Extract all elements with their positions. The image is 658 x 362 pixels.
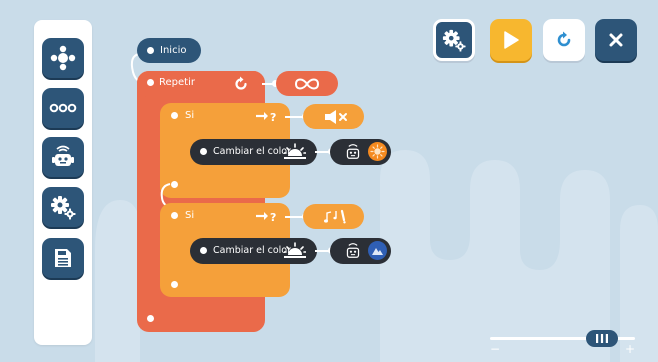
robot-face-icon bbox=[346, 243, 360, 258]
save-disk-icon bbox=[55, 249, 71, 267]
loop-arrow-icon bbox=[235, 76, 247, 90]
if-2-sensor-pill[interactable] bbox=[303, 204, 364, 229]
mountain-glyph-icon bbox=[372, 248, 383, 255]
reset-button[interactable] bbox=[543, 19, 585, 61]
robot-icon bbox=[52, 145, 74, 166]
close-button[interactable] bbox=[595, 19, 637, 61]
if-1-dot bbox=[171, 112, 178, 119]
repeat-end-dot bbox=[147, 315, 154, 322]
action-2-label: Cambiar el color bbox=[213, 245, 292, 256]
action-2-dot bbox=[200, 247, 207, 254]
start-label: Inicio bbox=[160, 45, 187, 56]
play-icon bbox=[504, 31, 519, 49]
sidebar-button-movement[interactable] bbox=[42, 38, 84, 78]
workspace[interactable]: Inicio Repetir Si ? Cambiar el color Si … bbox=[0, 0, 658, 362]
change-color-block-2[interactable]: Cambiar el color bbox=[190, 238, 317, 264]
repeat-dot bbox=[147, 79, 154, 86]
arrow-question-icon: ? bbox=[256, 111, 276, 123]
infinity-icon bbox=[294, 78, 320, 90]
zoom-out-label[interactable]: − bbox=[490, 343, 500, 355]
play-button[interactable] bbox=[490, 19, 532, 61]
if-2-label: Si bbox=[185, 210, 195, 221]
if-1-label: Si bbox=[185, 110, 195, 121]
change-color-block-1[interactable]: Cambiar el color bbox=[190, 139, 317, 165]
dpad-icon bbox=[50, 45, 76, 71]
settings-button[interactable] bbox=[433, 19, 475, 61]
if-2-end-dot bbox=[171, 281, 178, 288]
sidebar-button-robot[interactable] bbox=[42, 137, 84, 177]
repeat-param-pill[interactable] bbox=[276, 71, 338, 96]
color-param-pill-1[interactable] bbox=[330, 139, 391, 165]
sidebar bbox=[34, 20, 92, 345]
start-dot bbox=[147, 47, 154, 54]
robot-face-icon bbox=[346, 144, 360, 159]
if-2-dot bbox=[171, 212, 178, 219]
if-1-end-dot bbox=[171, 181, 178, 188]
sunrise-icon bbox=[284, 143, 306, 159]
zoom-in-label[interactable]: + bbox=[625, 343, 635, 355]
if-1-sensor-pill[interactable] bbox=[303, 104, 364, 129]
orange-color-icon bbox=[368, 142, 387, 161]
sidebar-button-save[interactable] bbox=[42, 238, 84, 278]
sidebar-button-settings[interactable] bbox=[42, 187, 84, 227]
blue-color-icon bbox=[368, 241, 387, 260]
settings-gears-icon bbox=[442, 29, 466, 52]
sunrise-icon bbox=[284, 242, 306, 258]
music-notes-icon bbox=[324, 209, 346, 224]
speaker-mute-icon bbox=[325, 110, 347, 124]
start-block[interactable]: Inicio bbox=[137, 38, 201, 63]
sidebar-button-more[interactable] bbox=[42, 88, 84, 128]
grip-lines-icon bbox=[596, 334, 608, 343]
zoom-thumb[interactable] bbox=[586, 330, 618, 347]
settings-gears-icon bbox=[51, 196, 76, 220]
repeat-label: Repetir bbox=[159, 77, 195, 88]
arrow-question-icon: ? bbox=[256, 211, 276, 223]
color-param-pill-2[interactable] bbox=[330, 238, 391, 264]
close-icon bbox=[609, 33, 623, 47]
refresh-icon bbox=[557, 31, 571, 47]
action-1-label: Cambiar el color bbox=[213, 146, 292, 157]
sun-glyph-icon bbox=[370, 144, 385, 159]
svg-text:?: ? bbox=[270, 111, 276, 123]
more-dots-icon bbox=[49, 103, 77, 113]
zoom-slider[interactable]: − + bbox=[490, 330, 635, 356]
svg-text:?: ? bbox=[270, 211, 276, 223]
action-1-dot bbox=[200, 148, 207, 155]
